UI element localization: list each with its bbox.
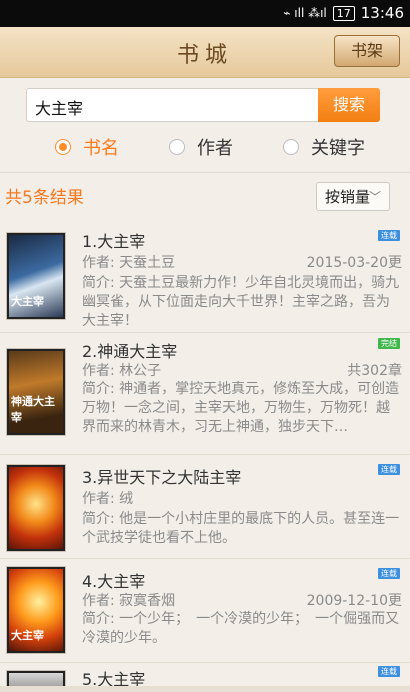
book-cover: 大主宰	[6, 566, 66, 654]
book-desc: 简介: 神通者，掌控天地真元，修炼至大成，可创造万物！一念之间，主宰天地，万物生…	[82, 381, 400, 435]
status-badge: 连载	[378, 230, 400, 241]
status-badge: 连载	[378, 464, 400, 475]
book-meta: 作者: 寂寞香烟 2009-12-10更	[82, 593, 402, 609]
bookshelf-button[interactable]: 书架	[334, 35, 400, 67]
radio-unselected-icon	[283, 139, 299, 155]
status-bar: ⌁ ıll ⁂ıl 17 13:46	[0, 0, 410, 27]
sort-dropdown[interactable]: 按销量 ﹀	[316, 182, 390, 211]
radio-title[interactable]: 书名	[55, 134, 119, 160]
book-title: 1.大主宰	[82, 232, 146, 251]
search-type-options: 书名 作者 关键字	[55, 134, 365, 160]
top-bar: 书城 书架	[0, 27, 410, 78]
list-item[interactable]: 3.异世天下之大陆主宰 连载 作者: 绒 简介: 他是一个小村庄里的最底下的人员…	[0, 454, 410, 559]
status-badge: 连载	[378, 666, 400, 677]
book-desc: 简介: 天蚕土豆最新力作！少年自北灵境而出，骑九幽冥雀，从下位面走向大千世界！主…	[82, 275, 400, 329]
book-cover: 神通大主宰	[6, 348, 66, 436]
bottom-edge	[0, 686, 410, 692]
chevron-down-icon: ﹀	[368, 190, 381, 204]
book-title: 3.异世天下之大陆主宰	[82, 468, 242, 487]
book-desc: 简介: 一个少年； 一个冷漠的少年； 一个倔强而又冷漠的少年。	[82, 611, 400, 646]
search-input[interactable]: 大主宰	[35, 95, 83, 119]
book-cover	[6, 464, 66, 552]
radio-author[interactable]: 作者	[169, 134, 233, 160]
book-title: 2.神通大主宰	[82, 342, 178, 361]
clock: 13:46	[360, 4, 404, 22]
status-badge: 连载	[378, 568, 400, 579]
results-count: 共5条结果	[5, 188, 84, 208]
book-meta: 作者: 绒	[82, 491, 134, 507]
book-meta: 作者: 天蚕土豆 2015-03-20更	[82, 255, 402, 271]
search-button[interactable]: 搜索	[318, 88, 380, 122]
radio-keyword[interactable]: 关键字	[283, 134, 365, 160]
signal-icons: ⌁ ıll ⁂ıl	[283, 6, 327, 20]
list-item[interactable]: 大主宰 4.大主宰 连载 作者: 寂寞香烟 2009-12-10更 简介: 一个少…	[0, 558, 410, 663]
status-badge: 完结	[378, 338, 400, 349]
book-meta: 作者: 林公子 共302章	[82, 363, 402, 379]
notification-badge: 17	[332, 5, 355, 21]
radio-selected-icon	[55, 139, 71, 155]
list-item[interactable]: 大主宰 1.大主宰 连载 作者: 天蚕土豆 2015-03-20更 简介: 天蚕土…	[0, 220, 410, 333]
book-desc: 简介: 他是一个小村庄里的最底下的人员。甚至连一个武技学徒也看不上他。	[82, 511, 400, 546]
divider	[0, 172, 410, 173]
search-bar: 大主宰 搜索	[26, 88, 380, 122]
list-item[interactable]: 神通大主宰 2.神通大主宰 完结 作者: 林公子 共302章 简介: 神通者，掌控…	[0, 332, 410, 455]
book-title: 4.大主宰	[82, 572, 146, 591]
radio-unselected-icon	[169, 139, 185, 155]
book-cover: 大主宰	[6, 232, 66, 320]
